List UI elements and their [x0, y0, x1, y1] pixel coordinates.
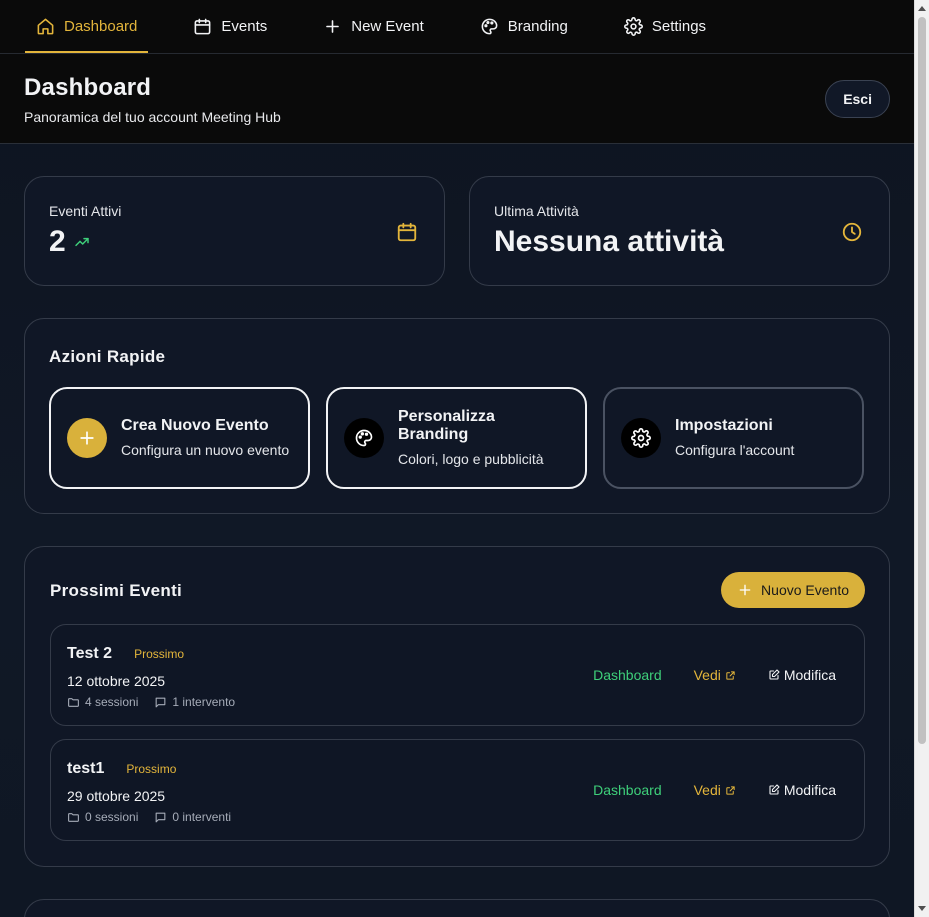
quick-action-desc: Configura l'account: [675, 441, 795, 458]
quick-action-text: Impostazioni Configura l'account: [675, 417, 794, 460]
calendar-icon: [397, 222, 417, 242]
quick-action-text: Personalizza Branding Colori, logo e pub…: [398, 408, 569, 469]
quick-action-desc: Colori, logo e pubblicità: [398, 450, 544, 467]
stat-card-active-events: Eventi Attivi 2: [24, 176, 445, 286]
quick-actions-card: Azioni Rapide Crea Nuovo Evento Configur…: [24, 318, 890, 514]
nav-item-branding[interactable]: Branding: [469, 0, 579, 53]
talks-label: 0 interventi: [172, 810, 232, 824]
gear-icon: [623, 17, 643, 36]
quick-action-title: Personalizza Branding: [398, 407, 495, 443]
talks-count: 1 intervento: [154, 695, 235, 709]
quick-actions-row: Crea Nuovo Evento Configura un nuovo eve…: [49, 387, 865, 489]
quick-action-title: Impostazioni: [675, 416, 773, 434]
clock-icon: [842, 222, 862, 242]
plus-icon: [739, 584, 751, 596]
nav-label: Dashboard: [64, 18, 138, 35]
status-badge: Prossimo: [126, 762, 177, 776]
calendar-icon: [194, 18, 211, 35]
top-nav: Dashboard Events New Event Branding Sett…: [0, 0, 914, 54]
event-meta: 0 sessioni 0 interventi: [67, 810, 848, 824]
nav-item-events[interactable]: Events: [182, 0, 278, 53]
edit-label: Modifica: [783, 782, 836, 798]
quick-action-text: Crea Nuovo Evento Configura un nuovo eve…: [121, 417, 289, 460]
event-edit-link[interactable]: Modifica: [768, 667, 836, 683]
logout-button[interactable]: Esci: [825, 80, 890, 118]
event-name: Test 2: [67, 645, 113, 662]
plus-icon: [326, 20, 340, 33]
page-header: Dashboard Panoramica del tuo account Mee…: [0, 54, 914, 144]
edit-label: Modifica: [783, 667, 836, 683]
event-actions: Dashboard Vedi Modifica: [593, 667, 836, 683]
sessions-count: 0 sessioni: [67, 810, 138, 824]
edit-icon: [769, 669, 780, 680]
talks-count: 0 interventi: [154, 810, 231, 824]
section-title: Azioni Rapide: [49, 347, 166, 366]
plus-icon: [67, 418, 107, 458]
scroll-up-arrow-icon[interactable]: [918, 6, 926, 11]
external-link-icon: [726, 785, 735, 795]
event-row: test1 Prossimo 29 ottobre 2025 0 session…: [50, 739, 865, 841]
sessions-label: 4 sessioni: [85, 695, 139, 709]
nav-label: Settings: [651, 18, 707, 35]
quick-action-create-event[interactable]: Crea Nuovo Evento Configura un nuovo eve…: [49, 387, 310, 489]
stat-card-last-activity: Ultima Attività Nessuna attività: [469, 176, 890, 286]
section-title: Prossimi Eventi: [50, 581, 183, 600]
event-dashboard-link[interactable]: Dashboard: [593, 782, 662, 798]
stat-value: Nessuna attività: [494, 225, 725, 258]
folder-icon: [68, 697, 79, 707]
page: Dashboard Events New Event Branding Sett…: [0, 0, 914, 917]
event-view-link[interactable]: Vedi: [694, 782, 736, 798]
message-icon: [156, 812, 166, 822]
scroll-down-arrow-icon[interactable]: [918, 906, 926, 911]
sessions-label: 0 sessioni: [85, 810, 139, 824]
vertical-scrollbar[interactable]: [914, 0, 929, 917]
gear-icon: [621, 418, 661, 458]
page-subtitle: Panoramica del tuo account Meeting Hub: [24, 109, 281, 125]
event-view-link[interactable]: Vedi: [694, 667, 736, 683]
new-event-button[interactable]: Nuovo Evento: [721, 572, 865, 608]
view-label: Vedi: [693, 667, 721, 683]
stat-label: Ultima Attività: [494, 203, 579, 219]
quick-action-desc: Configura un nuovo evento: [121, 441, 290, 458]
stat-value-wrap: 2: [49, 225, 420, 259]
page-title: Dashboard: [24, 74, 152, 101]
nav-item-new-event[interactable]: New Event: [312, 0, 435, 53]
trending-up-icon: [74, 237, 89, 247]
external-link-icon: [726, 670, 735, 680]
quick-action-title: Crea Nuovo Evento: [121, 416, 269, 434]
event-dashboard-link[interactable]: Dashboard: [593, 667, 662, 683]
status-badge: Prossimo: [134, 647, 185, 661]
nav-label: New Event: [351, 18, 424, 35]
talks-label: 1 intervento: [172, 695, 236, 709]
palette-icon: [481, 18, 498, 35]
home-icon: [37, 18, 54, 35]
scrollbar-thumb[interactable]: [918, 17, 926, 744]
message-icon: [156, 697, 166, 707]
event-name-row: test1 Prossimo: [67, 760, 848, 778]
sessions-count: 4 sessioni: [67, 695, 138, 709]
palette-icon: [344, 418, 384, 458]
upcoming-events-card: Prossimi Eventi Nuovo Evento Test 2 Pros…: [24, 546, 890, 867]
event-edit-link[interactable]: Modifica: [768, 782, 836, 798]
quick-action-settings[interactable]: Impostazioni Configura l'account: [603, 387, 864, 489]
event-name-row: Test 2 Prossimo: [67, 645, 848, 663]
event-actions: Dashboard Vedi Modifica: [593, 782, 836, 798]
quick-action-branding[interactable]: Personalizza Branding Colori, logo e pub…: [326, 387, 587, 489]
event-name: test1: [67, 760, 105, 777]
new-event-label: Nuovo Evento: [761, 582, 849, 598]
nav-label: Events: [221, 18, 268, 35]
nav-item-dashboard[interactable]: Dashboard: [25, 0, 149, 53]
folder-icon: [68, 812, 79, 822]
edit-icon: [769, 784, 780, 795]
partial-card: [24, 899, 890, 917]
nav-item-settings[interactable]: Settings: [613, 0, 717, 53]
stat-value: 2: [49, 225, 66, 258]
stat-label: Eventi Attivi: [49, 203, 122, 219]
event-row: Test 2 Prossimo 12 ottobre 2025 4 sessio…: [50, 624, 865, 726]
view-label: Vedi: [693, 782, 721, 798]
nav-label: Branding: [507, 18, 568, 35]
event-meta: 4 sessioni 1 intervento: [67, 695, 848, 709]
